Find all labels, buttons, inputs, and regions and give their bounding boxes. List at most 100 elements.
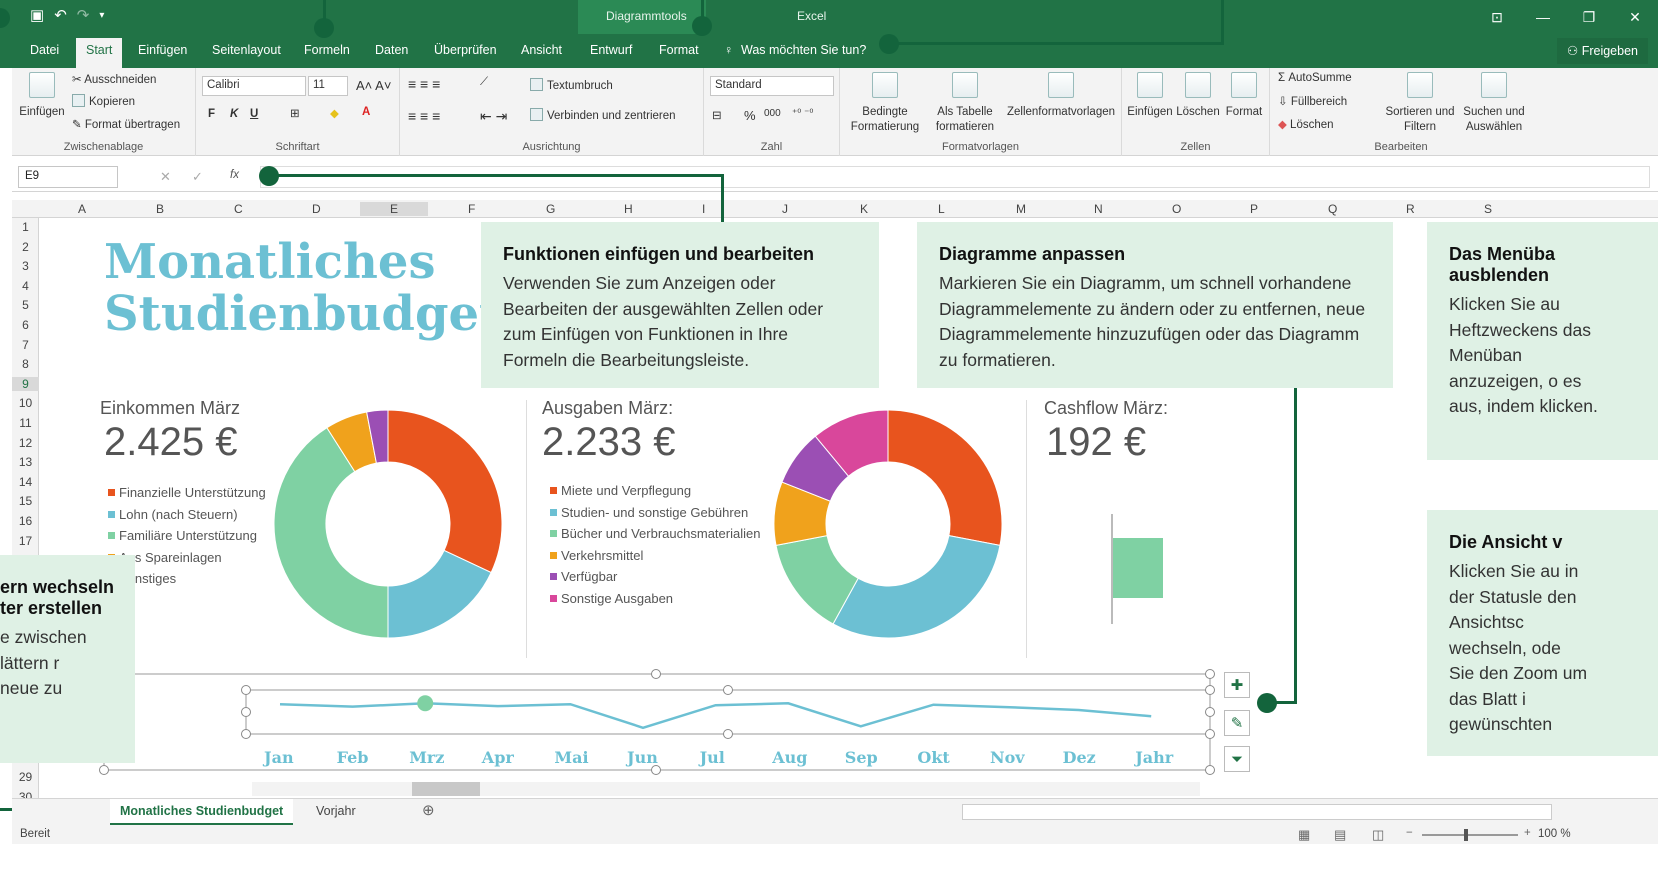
new-sheet-icon[interactable]: ⊕ <box>412 799 445 825</box>
redo-icon[interactable]: ↷ <box>77 6 90 24</box>
zoom-level[interactable]: 100 % <box>1538 828 1571 840</box>
resize-handle[interactable] <box>1205 765 1215 775</box>
resize-handle[interactable] <box>241 685 251 695</box>
column-header[interactable]: I <box>702 202 705 216</box>
currency-icon[interactable]: ⊟ <box>712 108 722 122</box>
column-header[interactable]: N <box>1094 202 1103 216</box>
column-header[interactable]: L <box>938 202 945 216</box>
row-header[interactable]: 17 <box>12 534 39 548</box>
donut-slice[interactable] <box>887 409 1003 546</box>
underline-button[interactable]: U <box>250 108 258 120</box>
format-painter-button[interactable]: ✎ Format übertragen <box>72 117 180 131</box>
row-header[interactable]: 2 <box>12 240 39 254</box>
grow-font-icon[interactable]: A˄ A˅ <box>356 78 391 93</box>
resize-handle[interactable] <box>723 729 733 739</box>
chart-elements-button[interactable]: ✚ <box>1224 672 1250 698</box>
borders-icon[interactable]: ⊞ <box>290 106 300 120</box>
save-icon[interactable]: ▣ <box>30 6 44 24</box>
income-donut-chart[interactable] <box>272 408 504 640</box>
row-header[interactable]: 15 <box>12 494 39 508</box>
chart-scrollbar[interactable] <box>252 782 1200 796</box>
zoom-slider-thumb[interactable] <box>1464 829 1468 841</box>
wrap-text-button[interactable]: Textumbruch <box>530 78 613 92</box>
resize-handle[interactable] <box>99 765 109 775</box>
zoom-slider[interactable] <box>1422 834 1518 836</box>
customize-qat-icon[interactable]: ▾ <box>99 10 104 21</box>
thousands-button[interactable]: 000 <box>764 108 781 119</box>
font-name-select[interactable]: Calibri <box>202 76 306 96</box>
view-layout-icon[interactable]: ▤ <box>1334 827 1346 843</box>
cut-button[interactable]: ✂ Ausschneiden <box>72 72 156 86</box>
font-color-icon[interactable]: A <box>362 106 370 118</box>
resize-handle[interactable] <box>241 707 251 717</box>
orientation-icon[interactable]: ⟋ <box>480 76 488 89</box>
name-box[interactable]: E9 <box>18 166 118 188</box>
row-header[interactable]: 3 <box>12 259 39 273</box>
tab-ansicht[interactable]: Ansicht <box>521 43 562 57</box>
row-header[interactable]: 10 <box>12 396 39 410</box>
ribbon-display-options-icon[interactable]: ⊡ <box>1474 0 1520 34</box>
tab-daten[interactable]: Daten <box>375 43 408 57</box>
tab-einfuegen[interactable]: Einfügen <box>138 43 187 57</box>
cell-styles-button[interactable]: Zellenformatvorlagen <box>1004 72 1118 120</box>
find-select-button[interactable]: Suchen und Auswählen <box>1460 72 1528 135</box>
format-cells-button[interactable]: Format <box>1222 72 1266 120</box>
zoom-in-icon[interactable]: + <box>1524 827 1531 839</box>
horizontal-scrollbar[interactable] <box>962 804 1552 820</box>
tab-entwurf[interactable]: Entwurf <box>590 43 632 57</box>
column-header[interactable]: J <box>782 202 788 216</box>
vertical-align-icons[interactable]: ≡ ≡ ≡ <box>408 76 440 92</box>
cashflow-bar[interactable] <box>1113 538 1163 598</box>
tab-formeln[interactable]: Formeln <box>304 43 350 57</box>
row-header[interactable]: 1 <box>12 220 39 234</box>
close-button[interactable]: ✕ <box>1612 0 1658 34</box>
share-button[interactable]: ⚇ Freigeben <box>1557 38 1648 64</box>
view-normal-icon[interactable]: ▦ <box>1298 827 1310 843</box>
copy-button[interactable]: Kopieren <box>72 94 135 108</box>
clear-button[interactable]: ◆ Löschen <box>1278 117 1334 131</box>
tab-format[interactable]: Format <box>659 43 699 57</box>
row-header[interactable]: 5 <box>12 298 39 312</box>
restore-button[interactable]: ❐ <box>1566 0 1612 34</box>
tab-datei[interactable]: Datei <box>30 43 59 57</box>
sheet-tab-active[interactable]: Monatliches Studienbudget <box>110 799 294 825</box>
sheet-tab[interactable]: Vorjahr <box>306 799 366 825</box>
chart-styles-button[interactable]: ✎ <box>1224 710 1250 736</box>
fill-button[interactable]: ⇩ Füllbereich <box>1278 94 1347 108</box>
paste-button[interactable]: Einfügen <box>16 72 68 120</box>
formula-input[interactable] <box>260 166 1650 188</box>
undo-icon[interactable]: ↶ <box>54 6 67 24</box>
number-format-select[interactable]: Standard <box>710 76 834 96</box>
row-header[interactable]: 6 <box>12 318 39 332</box>
cancel-icon[interactable]: ✕ <box>160 169 171 185</box>
column-header[interactable]: E <box>360 202 429 216</box>
row-header[interactable]: 29 <box>12 770 39 784</box>
row-header[interactable]: 9 <box>12 376 39 391</box>
column-header[interactable]: S <box>1484 202 1492 216</box>
italic-button[interactable]: K <box>230 108 238 120</box>
minimize-button[interactable]: — <box>1520 0 1566 34</box>
row-header[interactable]: 16 <box>12 514 39 528</box>
merge-center-button[interactable]: Verbinden und zentrieren <box>530 108 676 122</box>
percent-button[interactable]: % <box>744 108 756 123</box>
tab-ueberpruefen[interactable]: Überprüfen <box>434 43 497 57</box>
column-header[interactable]: C <box>234 202 243 216</box>
row-header[interactable]: 13 <box>12 455 39 469</box>
donut-slice[interactable] <box>832 535 1001 639</box>
row-header[interactable]: 8 <box>12 357 39 371</box>
resize-handle[interactable] <box>723 685 733 695</box>
column-header[interactable]: Q <box>1328 202 1337 216</box>
column-header[interactable]: K <box>860 202 868 216</box>
row-header[interactable]: 7 <box>12 338 39 352</box>
autosum-button[interactable]: Σ AutoSumme <box>1278 72 1352 84</box>
cashflow-bar-chart[interactable] <box>1100 510 1180 630</box>
fill-color-icon[interactable]: ◆ <box>330 106 339 120</box>
column-header[interactable]: G <box>546 202 555 216</box>
row-header[interactable]: 12 <box>12 436 39 450</box>
line-series[interactable] <box>279 702 1152 730</box>
insert-function-icon[interactable]: fx <box>230 169 239 181</box>
bold-button[interactable]: F <box>208 108 215 120</box>
column-header[interactable]: M <box>1016 202 1026 216</box>
donut-slice[interactable] <box>387 409 503 574</box>
column-header[interactable]: A <box>78 202 86 216</box>
